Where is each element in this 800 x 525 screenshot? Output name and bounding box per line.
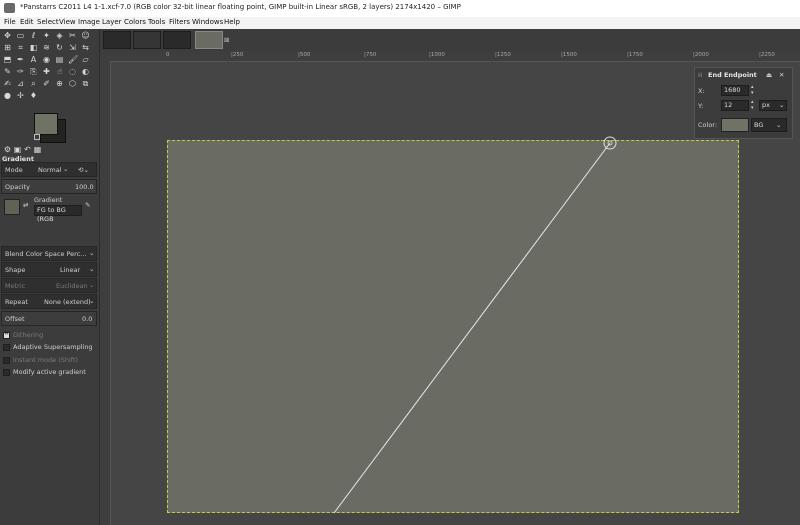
chevron-down-icon: ⌄ <box>776 121 782 129</box>
y-spinner-icon[interactable]: ▴ ▾ <box>751 99 754 111</box>
x-spinner-icon[interactable]: ▴ ▾ <box>751 84 754 96</box>
endpoint-color-swatch[interactable] <box>721 118 749 132</box>
gradient-line[interactable] <box>333 142 611 514</box>
y-label: Y: <box>698 102 704 110</box>
detach-icon[interactable]: ⏏ <box>766 71 772 79</box>
end-endpoint-panel: ⁞⁞ End Endpoint ⏏ ✕ X: 1680 ▴ ▾ Y: 12 ▴ ▾ … <box>694 67 793 139</box>
x-input[interactable]: 1680 <box>721 85 749 96</box>
drag-handle-icon[interactable]: ⁞⁞ <box>698 71 702 79</box>
chevron-down-icon: ⌄ <box>779 101 785 109</box>
unit-select[interactable]: px ⌄ <box>759 100 787 111</box>
color-label: Color: <box>698 121 718 129</box>
close-icon[interactable]: ✕ <box>779 71 784 79</box>
x-label: X: <box>698 87 705 95</box>
gradient-line-overlay <box>333 136 617 514</box>
unit-value: px <box>762 101 770 109</box>
color-source-value: BG <box>754 121 764 129</box>
end-endpoint-title: End Endpoint <box>708 71 757 79</box>
y-input[interactable]: 12 <box>721 100 749 111</box>
color-source-select[interactable]: BG ⌄ <box>751 118 787 132</box>
